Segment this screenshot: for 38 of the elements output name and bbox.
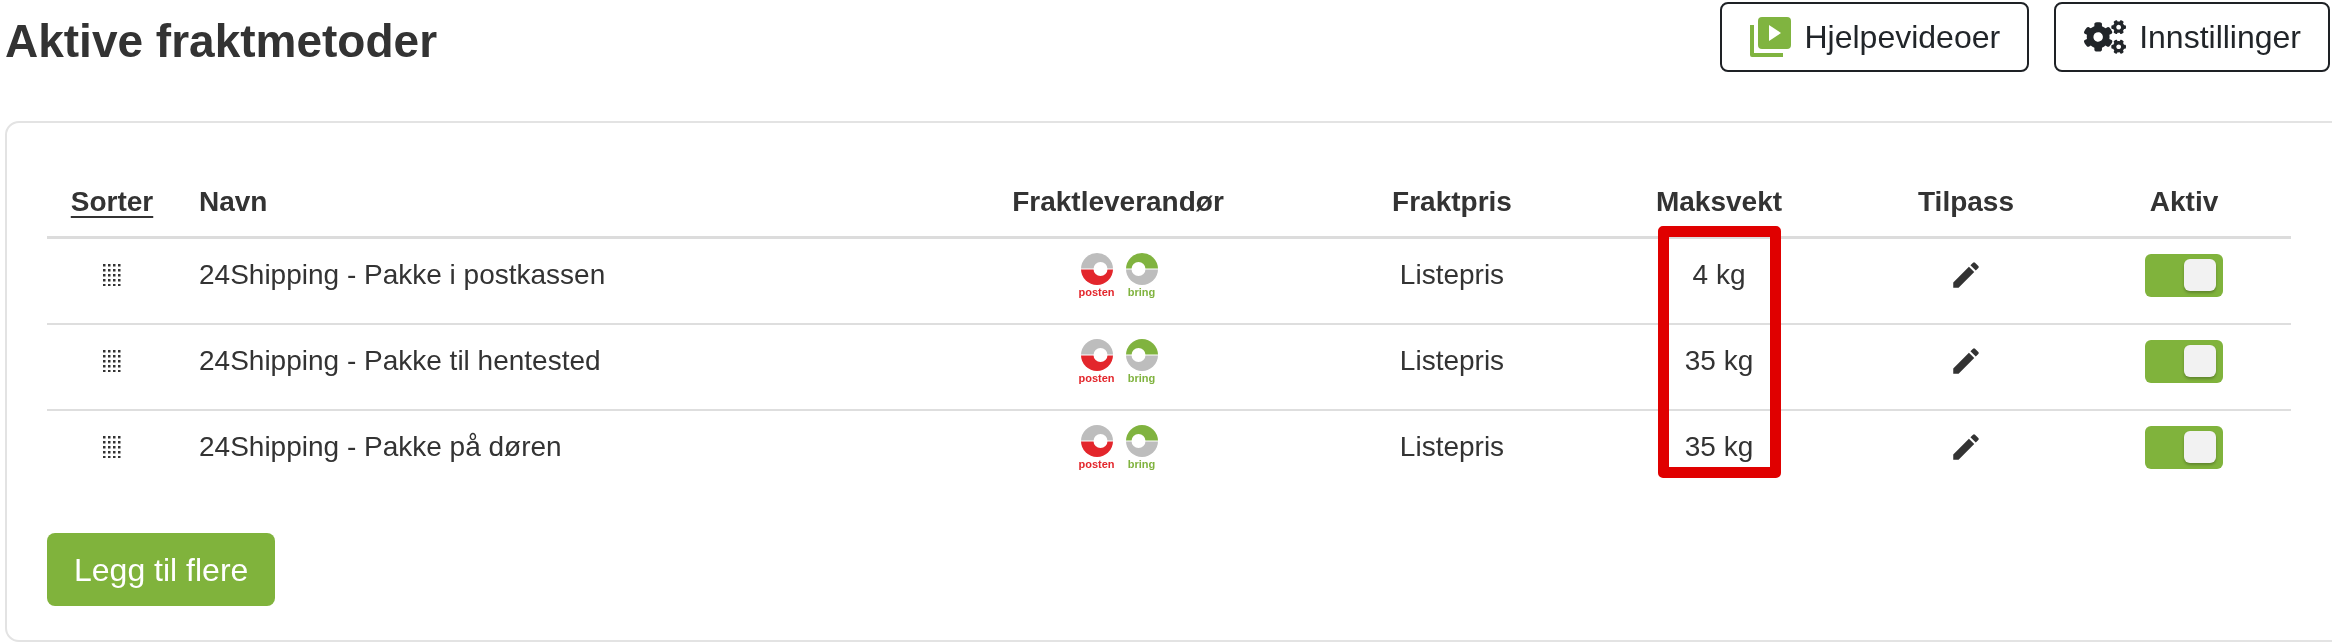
ring-logo-icon [1125,252,1158,285]
shipping-method-name: 24Shipping - Pakke på døren [199,433,562,461]
toggle-switch[interactable] [2145,339,2223,383]
toggle-switch[interactable] [2145,425,2223,469]
column-header: Navn [199,187,268,216]
logo-text: posten [1078,372,1115,384]
drag-handle-icon[interactable] [103,435,121,459]
column-header: Maksvekt [1655,187,1783,216]
price-text: Listepris [1399,347,1505,375]
logo-text: posten [1078,458,1115,470]
ring-logo-icon [1080,424,1113,457]
settings-button[interactable]: Innstillinger [2054,2,2330,72]
ring-logo-icon [1125,424,1158,457]
ring-logo-icon [1080,338,1113,371]
logo-text: bring [1127,372,1156,384]
column-header: Fraktleverandør [1012,187,1224,216]
help-videos-button[interactable]: Hjelpevideoer [1720,2,2030,72]
ring-logo-icon [1125,338,1158,371]
max-weight-text: 4 kg [1692,261,1746,289]
ring-logo-icon [1080,252,1113,285]
toggle-switch[interactable] [2145,253,2223,297]
column-header: Fraktpris [1392,187,1512,216]
price-text: Listepris [1399,261,1505,289]
drag-handle-icon[interactable] [103,263,121,287]
logo-text: bring [1127,458,1156,470]
sort-link[interactable]: Sorter [70,187,154,216]
page-title: Aktive fraktmetoder [5,18,438,64]
max-weight-text: 35 kg [1684,433,1754,461]
column-header: Aktiv [2149,187,2219,216]
price-text: Listepris [1399,433,1505,461]
shipping-method-name: 24Shipping - Pakke i postkassen [199,261,606,289]
play-video-icon [1750,17,1792,57]
shipping-method-name: 24Shipping - Pakke til hentested [199,347,601,375]
drag-handle-icon[interactable] [103,349,121,373]
column-header: Tilpass [1918,187,2014,216]
logo-text: posten [1078,286,1115,298]
max-weight-text: 35 kg [1684,347,1754,375]
logo-text: bring [1127,286,1156,298]
